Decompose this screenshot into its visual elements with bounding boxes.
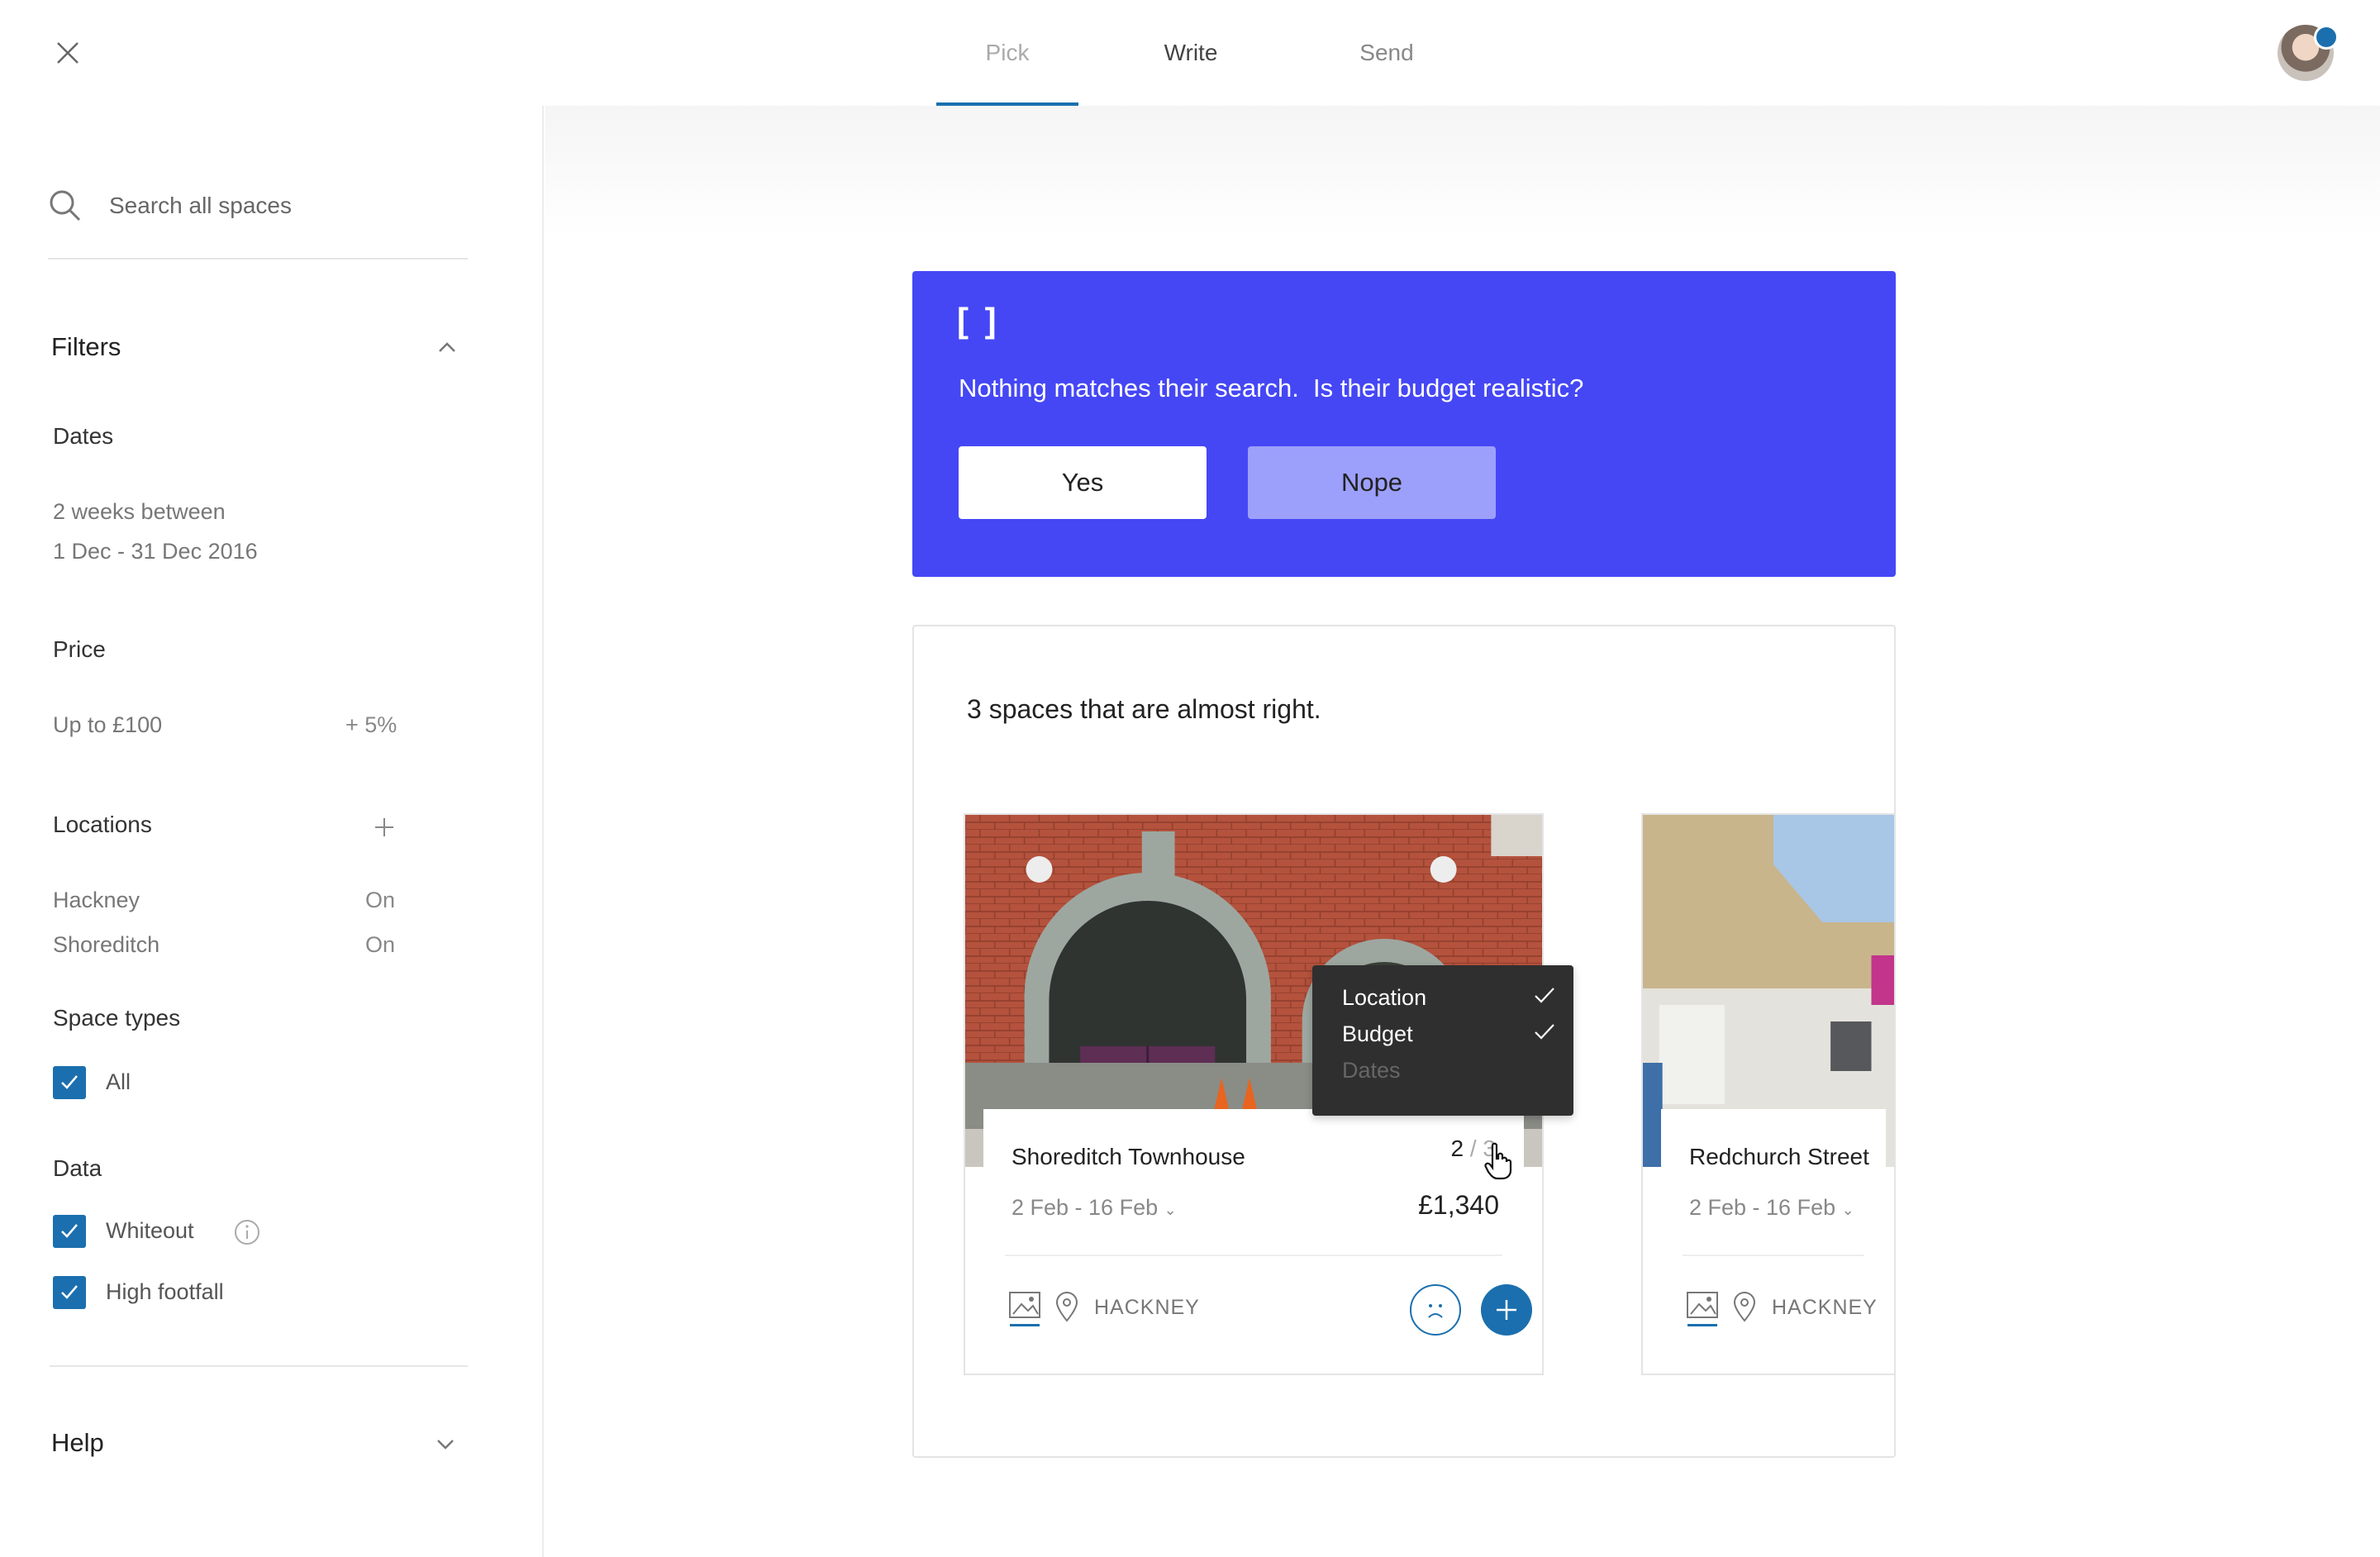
dates-range-label[interactable]: 2 weeks between: [53, 499, 226, 525]
sad-face-icon: [1428, 1304, 1443, 1318]
plus-icon: [1497, 1300, 1516, 1320]
whiteout-label: Whiteout: [106, 1218, 194, 1243]
location-shoreditch: Shoreditch: [53, 932, 160, 957]
card-divider: [1005, 1255, 1502, 1256]
price-heading: Price: [53, 636, 106, 662]
dates-range-value[interactable]: 1 Dec - 31 Dec 2016: [53, 539, 258, 564]
whiteout-checkbox[interactable]: [53, 1215, 86, 1248]
check-icon: [1535, 1024, 1554, 1040]
hand-cursor-icon: [1484, 1142, 1512, 1180]
search-input[interactable]: [109, 188, 456, 223]
criteria-budget: Budget: [1342, 1021, 1413, 1046]
sidebar-divider: [50, 1365, 468, 1367]
location-pin-icon: [1733, 1292, 1756, 1322]
high-footfall-label: High footfall: [106, 1279, 224, 1304]
top-bar: Pick Write Send: [0, 0, 2380, 106]
check-icon: [1535, 988, 1554, 1003]
data-heading: Data: [53, 1155, 102, 1181]
banner-brackets: [ ]: [957, 301, 1000, 340]
space-dates[interactable]: 2 Feb - 16 Feb ⌄: [1011, 1195, 1177, 1221]
space-type-all-checkbox[interactable]: [53, 1066, 86, 1099]
add-location-icon[interactable]: [372, 815, 397, 840]
space-dates-value: 2 Feb - 16 Feb: [1011, 1195, 1159, 1220]
locations-heading: Locations: [53, 812, 152, 837]
dates-heading: Dates: [53, 423, 114, 449]
location-pin-icon: [1055, 1292, 1078, 1322]
space-card-redchurch-street[interactable]: Redchurch Street 2 Feb - 16 Feb ⌄ HACKNE…: [1641, 813, 1894, 1375]
chevron-down-icon: ⌄: [1164, 1202, 1177, 1218]
banner-question: Nothing matches their search. Is their b…: [959, 374, 1584, 402]
help-heading[interactable]: Help: [51, 1428, 104, 1458]
space-location: HACKNEY: [1772, 1296, 1878, 1319]
match-criteria-tooltip: Location Budget Dates: [1312, 965, 1573, 1116]
space-location: HACKNEY: [1094, 1296, 1200, 1319]
match-count-value: 2: [1450, 1136, 1464, 1161]
chevron-down-icon: ⌄: [1841, 1202, 1854, 1218]
location-shoreditch-toggle[interactable]: On: [365, 932, 395, 958]
location-hackney-toggle[interactable]: On: [365, 888, 395, 913]
criteria-dates: Dates: [1342, 1058, 1401, 1083]
location-hackney: Hackney: [53, 888, 140, 912]
tab-pick[interactable]: Pick: [936, 36, 1078, 69]
criteria-location: Location: [1342, 985, 1427, 1010]
tab-write[interactable]: Write: [1122, 36, 1259, 69]
card-divider: [1683, 1255, 1864, 1256]
space-types-heading: Space types: [53, 1005, 181, 1031]
space-dates[interactable]: 2 Feb - 16 Feb ⌄: [1689, 1195, 1854, 1221]
space-card-info: Shoreditch Townhouse 2 / 3 2 Feb - 16 Fe…: [983, 1109, 1532, 1374]
match-count-separator: /: [1464, 1136, 1483, 1161]
space-type-all-label: All: [106, 1069, 131, 1094]
search-icon: [50, 190, 81, 221]
tab-send[interactable]: Send: [1319, 36, 1454, 69]
filters-sidebar: Filters Dates 2 weeks between 1 Dec - 31…: [0, 106, 544, 1557]
info-icon[interactable]: [233, 1218, 261, 1246]
yes-button[interactable]: Yes: [959, 446, 1207, 519]
chevron-up-icon[interactable]: [435, 336, 459, 360]
nope-button[interactable]: Nope: [1248, 446, 1496, 519]
card-footer: HACKNEY: [1686, 1279, 1886, 1332]
space-name[interactable]: Shoreditch Townhouse: [1011, 1144, 1245, 1170]
main-header-fade: [545, 106, 2380, 238]
gallery-icon[interactable]: [1686, 1291, 1719, 1329]
card-footer: HACKNEY: [1008, 1279, 1532, 1336]
high-footfall-checkbox[interactable]: [53, 1276, 86, 1309]
chevron-down-icon[interactable]: [433, 1431, 458, 1456]
price-value[interactable]: Up to £100: [53, 712, 162, 738]
space-price: £1,340: [1418, 1190, 1499, 1220]
budget-prompt-banner: [ ] Nothing matches their search. Is the…: [912, 271, 1896, 577]
space-dates-value: 2 Feb - 16 Feb: [1689, 1195, 1836, 1220]
notification-dot: [2314, 25, 2339, 50]
space-name[interactable]: Redchurch Street: [1689, 1144, 1869, 1170]
space-card-info: Redchurch Street 2 Feb - 16 Feb ⌄ HACKNE…: [1661, 1109, 1886, 1374]
close-icon[interactable]: [51, 36, 84, 69]
filters-heading: Filters: [51, 332, 121, 361]
gallery-icon[interactable]: [1008, 1291, 1041, 1329]
not-suitable-button[interactable]: [1410, 1284, 1461, 1336]
price-tolerance[interactable]: + 5%: [345, 712, 397, 738]
results-title: 3 spaces that are almost right.: [967, 694, 1321, 724]
add-space-button[interactable]: [1481, 1284, 1532, 1336]
search-bar: [48, 188, 468, 260]
